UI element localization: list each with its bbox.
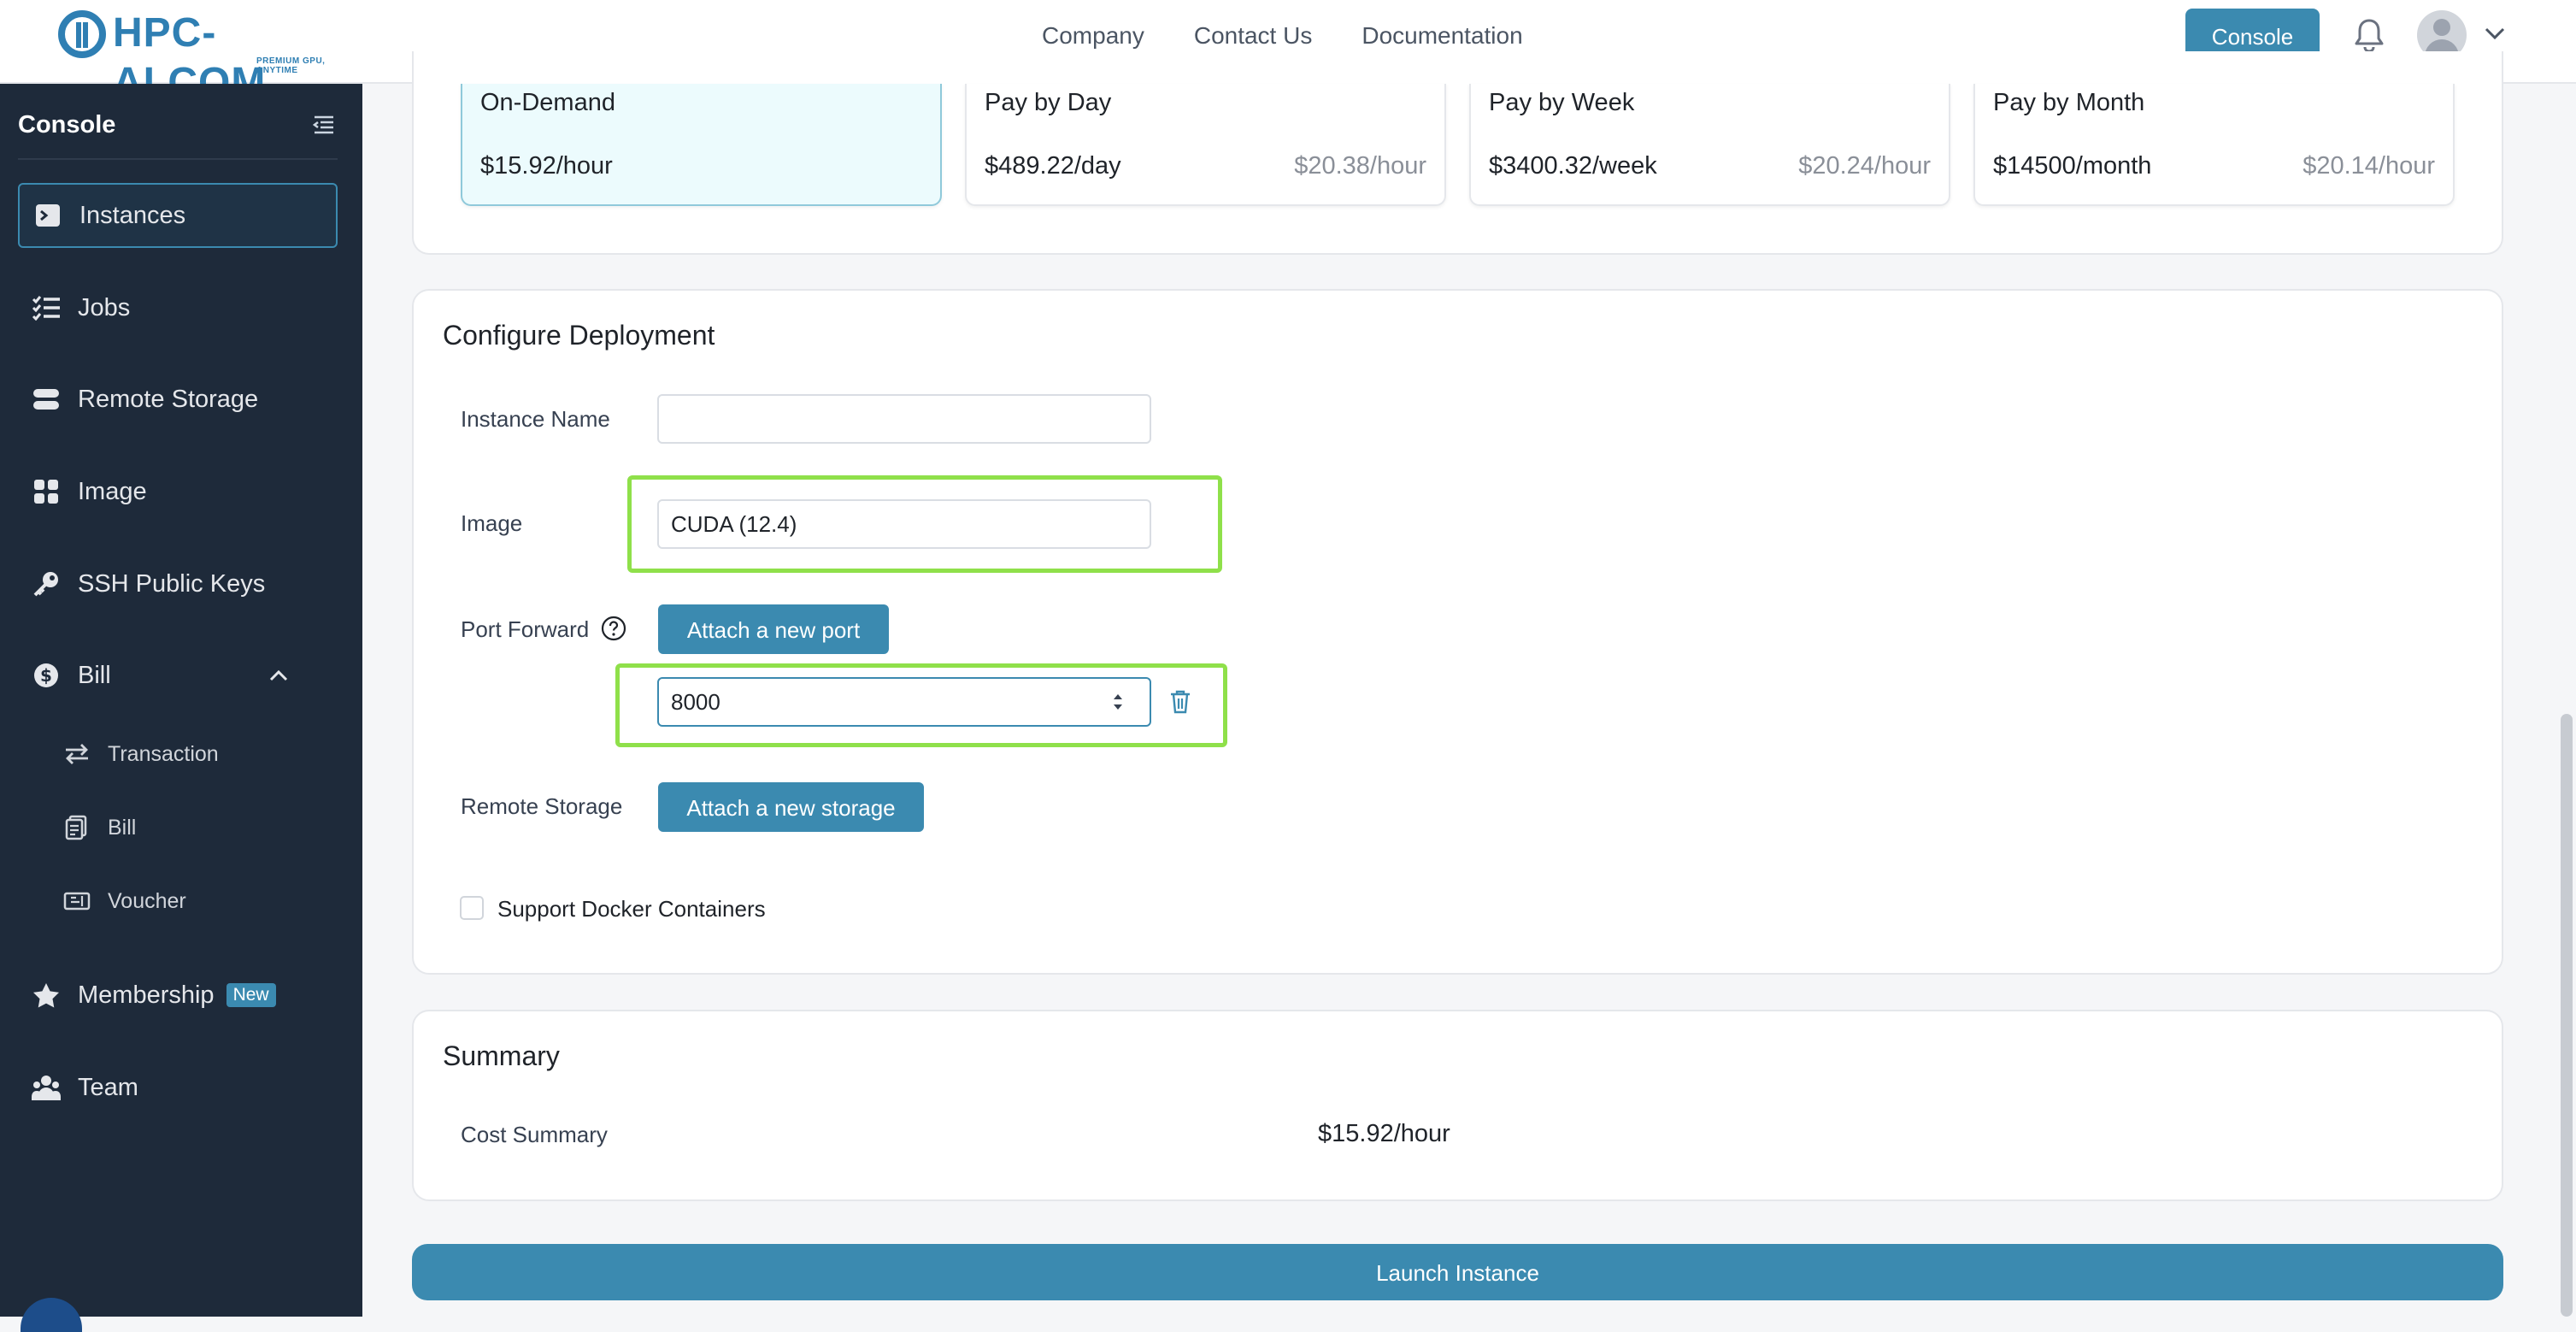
plan-pay-by-day[interactable]: Pay by Day $489.22/day $20.38/hour bbox=[965, 84, 1446, 206]
plan-name: Pay by Day bbox=[985, 89, 1112, 116]
sidebar-subitem-bill[interactable]: Bill bbox=[63, 804, 136, 852]
image-select[interactable]: CUDA (12.4) bbox=[657, 499, 1151, 549]
trash-icon[interactable] bbox=[1168, 689, 1192, 715]
sidebar-item-image[interactable]: Image bbox=[18, 459, 338, 524]
nav-documentation-link[interactable]: Documentation bbox=[1362, 19, 1522, 53]
sidebar-item-instances[interactable]: Instances bbox=[18, 183, 338, 248]
sidebar-subitem-label: Transaction bbox=[108, 741, 219, 766]
sidebar-item-jobs[interactable]: Jobs bbox=[18, 275, 338, 340]
attach-storage-button[interactable]: Attach a new storage bbox=[658, 782, 924, 832]
plan-name: On-Demand bbox=[480, 89, 615, 116]
attach-port-button[interactable]: Attach a new port bbox=[658, 604, 889, 654]
plan-price: $15.92/hour bbox=[480, 152, 613, 180]
plan-price: $14500/month bbox=[1993, 152, 2152, 180]
port-number-input[interactable]: 8000 bbox=[657, 677, 1151, 727]
image-label: Image bbox=[461, 510, 523, 536]
brand-tagline: PREMIUM GPU, ANYTIME bbox=[256, 56, 326, 75]
plan-price: $489.22/day bbox=[985, 152, 1121, 180]
plan-price: $3400.32/week bbox=[1489, 152, 1657, 180]
plan-pay-by-week[interactable]: Pay by Week $3400.32/week $20.24/hour bbox=[1469, 84, 1950, 206]
star-icon bbox=[30, 979, 62, 1011]
number-stepper-icon[interactable] bbox=[1109, 689, 1126, 715]
bell-icon[interactable] bbox=[2352, 17, 2386, 55]
sidebar-subitem-voucher[interactable]: Voucher bbox=[63, 877, 186, 925]
port-forward-label: Port Forward bbox=[461, 616, 590, 642]
docker-support-label: Support Docker Containers bbox=[497, 896, 766, 922]
svg-text:$: $ bbox=[40, 665, 52, 686]
cost-summary-value: $15.92/hour bbox=[1318, 1120, 1450, 1147]
sidebar-item-bill[interactable]: $ Bill bbox=[18, 643, 338, 708]
remote-storage-label: Remote Storage bbox=[461, 793, 623, 819]
ticket-icon bbox=[63, 887, 91, 915]
top-nav-links: Company Contact Us Documentation bbox=[1042, 19, 1523, 53]
page-scrollbar[interactable] bbox=[2561, 714, 2573, 1317]
new-badge: New bbox=[226, 983, 276, 1007]
sidebar-item-label: Instances bbox=[79, 201, 186, 229]
chevron-up-icon[interactable] bbox=[268, 665, 290, 687]
sidebar-item-ssh-keys[interactable]: SSH Public Keys bbox=[18, 551, 338, 616]
arrows-icon bbox=[63, 740, 91, 768]
question-circle-icon[interactable] bbox=[601, 616, 626, 641]
plan-hourly-rate: $20.38/hour bbox=[1294, 152, 1426, 180]
sidebar-item-membership[interactable]: Membership New bbox=[18, 963, 338, 1028]
sidebar-item-label: Bill bbox=[78, 661, 111, 689]
help-chat-icon[interactable] bbox=[21, 1298, 82, 1332]
summary-title: Summary bbox=[443, 1040, 560, 1071]
instance-name-label: Instance Name bbox=[461, 406, 610, 432]
sidebar-subitem-transaction[interactable]: Transaction bbox=[63, 730, 219, 778]
key-icon bbox=[30, 568, 62, 600]
nav-company-link[interactable]: Company bbox=[1042, 19, 1144, 53]
sidebar-item-team[interactable]: Team bbox=[18, 1055, 338, 1120]
sidebar-item-label: Remote Storage bbox=[78, 385, 259, 413]
nav-contact-link[interactable]: Contact Us bbox=[1194, 19, 1313, 53]
collapse-menu-icon[interactable] bbox=[313, 115, 335, 135]
sidebar-item-label: Membership bbox=[78, 981, 215, 1009]
plan-hourly-rate: $20.14/hour bbox=[2303, 152, 2435, 180]
sidebar-item-label: Image bbox=[78, 477, 147, 505]
summary-card bbox=[412, 1010, 2503, 1201]
sidebar-item-label: Team bbox=[78, 1073, 138, 1101]
cost-summary-label: Cost Summary bbox=[461, 1122, 608, 1147]
chevron-down-icon[interactable] bbox=[2482, 21, 2508, 46]
grid-icon bbox=[30, 475, 62, 508]
plan-on-demand[interactable]: On-Demand $15.92/hour bbox=[461, 84, 942, 206]
sidebar-subitem-label: Bill bbox=[108, 815, 137, 840]
sidebar-item-remote-storage[interactable]: Remote Storage bbox=[18, 367, 338, 432]
logo-mark-icon bbox=[58, 10, 106, 58]
instance-name-input[interactable] bbox=[657, 394, 1151, 444]
sidebar-item-label: SSH Public Keys bbox=[78, 569, 266, 598]
checklist-icon bbox=[30, 292, 62, 324]
launch-instance-button[interactable]: Launch Instance bbox=[412, 1244, 2503, 1300]
brand-logo[interactable]: HPC-AI.COM PREMIUM GPU, ANYTIME bbox=[58, 9, 366, 105]
sidebar-divider bbox=[18, 158, 338, 160]
plan-name: Pay by Week bbox=[1489, 89, 1635, 116]
sidebar-title: Console bbox=[18, 111, 116, 139]
plan-pay-by-month[interactable]: Pay by Month $14500/month $20.14/hour bbox=[1973, 84, 2455, 206]
sidebar-item-label: Jobs bbox=[78, 293, 131, 321]
plan-hourly-rate: $20.24/hour bbox=[1798, 152, 1931, 180]
team-icon bbox=[30, 1071, 62, 1104]
sidebar-subitem-label: Voucher bbox=[108, 888, 186, 913]
receipt-icon bbox=[63, 814, 91, 841]
configure-deployment-title: Configure Deployment bbox=[443, 320, 715, 351]
plan-name: Pay by Month bbox=[1993, 89, 2145, 116]
storage-icon bbox=[30, 383, 62, 416]
sidebar: Console Instances Jobs Remote Storage Im… bbox=[0, 84, 362, 1332]
dollar-icon: $ bbox=[30, 659, 62, 692]
terminal-icon bbox=[32, 199, 64, 232]
docker-support-checkbox[interactable] bbox=[460, 896, 484, 920]
